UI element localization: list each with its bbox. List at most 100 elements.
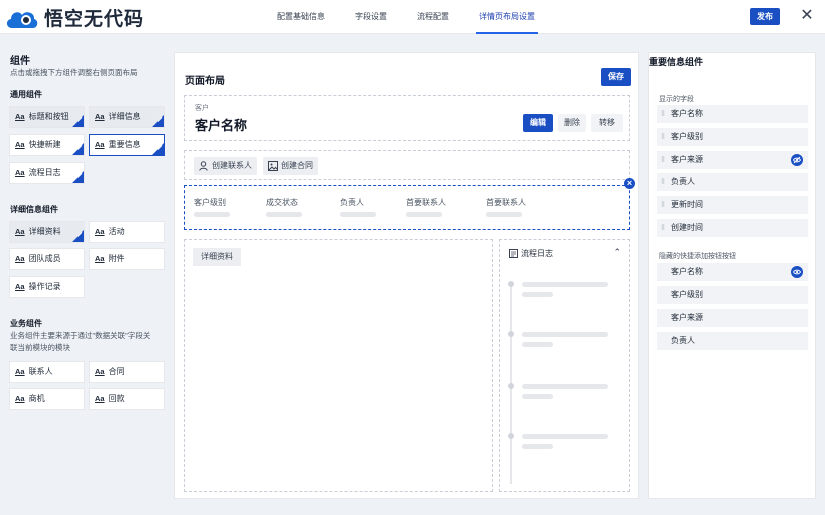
top-header: 悟空无代码 配置基础信息 字段设置 流程配置 详情页布局设置 发布 ✕: [0, 0, 825, 34]
comp-opportunities[interactable]: Aa 商机: [9, 388, 85, 410]
skeleton-bar: [486, 212, 522, 217]
comp-title-buttons[interactable]: Aa 标题和按钮: [9, 106, 85, 128]
shown-field-item[interactable]: ⁝⁝ 负责人: [657, 173, 808, 191]
text-type-icon: Aa: [95, 227, 105, 236]
detail-components-title: 详细信息组件: [10, 205, 58, 214]
comp-contacts[interactable]: Aa 联系人: [9, 361, 85, 383]
text-type-icon: Aa: [95, 367, 105, 376]
added-corner-icon: [152, 143, 164, 155]
comp-detail-data[interactable]: Aa 详细资料: [9, 221, 85, 243]
timeline-dot: [508, 281, 514, 287]
added-corner-icon: [72, 230, 84, 242]
skeleton-bar: [522, 342, 553, 347]
text-type-icon: Aa: [15, 254, 25, 263]
text-type-icon: Aa: [15, 168, 25, 177]
drag-handle-icon[interactable]: ⁝⁝: [661, 196, 665, 214]
text-type-icon: Aa: [95, 112, 105, 121]
imp-field-customer-level: 客户级别: [194, 198, 226, 207]
tab-basic-config[interactable]: 配置基础信息: [270, 0, 332, 34]
hidden-field-item[interactable]: 客户来源: [657, 309, 808, 327]
skeleton-bar: [522, 332, 608, 337]
added-corner-icon: [72, 143, 84, 155]
hidden-field-item[interactable]: 客户级别: [657, 286, 808, 304]
quick-create-block[interactable]: 创建联系人 创建合同: [184, 150, 630, 180]
added-corner-icon: [72, 171, 84, 183]
chevron-up-icon[interactable]: ⌃: [613, 247, 621, 258]
comp-detail-info[interactable]: Aa 详细信息: [89, 106, 165, 128]
hidden-field-item[interactable]: 负责人: [657, 332, 808, 350]
hidden-field-item[interactable]: 客户名称: [657, 263, 808, 281]
timeline-dot: [508, 383, 514, 389]
publish-button[interactable]: 发布: [750, 8, 780, 25]
comp-activity[interactable]: Aa 活动: [89, 221, 165, 243]
close-icon[interactable]: ✕: [798, 6, 816, 26]
shown-fields-title: 显示的字段: [659, 96, 694, 103]
imp-field-owner: 负责人: [340, 198, 364, 207]
imp-field-primary-contact: 首要联系人: [406, 198, 446, 207]
component-panel-subtitle: 点击或拖拽下方组件调整右侧页面布局: [10, 68, 138, 77]
record-type-label: 客户: [195, 105, 209, 112]
logo: 悟空无代码: [4, 4, 144, 31]
edit-button[interactable]: 编辑: [523, 114, 553, 132]
text-type-icon: Aa: [95, 140, 105, 149]
page-layout-panel: 页面布局 保存 客户 客户名称 编辑 删除 转移 创建联系人 创建合同 客户级别…: [174, 52, 639, 499]
comp-contracts[interactable]: Aa 合同: [89, 361, 165, 383]
comp-operation-log[interactable]: Aa 操作记录: [9, 276, 85, 298]
skeleton-bar: [522, 384, 608, 389]
important-info-block[interactable]: 客户级别 成交状态 负责人 首要联系人 首要联系人: [184, 185, 630, 230]
cloud-logo-icon: [4, 6, 40, 30]
added-corner-icon: [72, 115, 84, 127]
comp-team-members[interactable]: Aa 团队成员: [9, 248, 85, 270]
component-panel: 组件 点击或拖拽下方组件调整右侧页面布局 通用组件 Aa 标题和按钮 Aa 详细信息…: [0, 35, 172, 515]
shown-field-item[interactable]: ⁝⁝ 客户级别: [657, 128, 808, 146]
text-type-icon: Aa: [15, 140, 25, 149]
drag-handle-icon[interactable]: ⁝⁝: [661, 219, 665, 237]
brand-name: 悟空无代码: [44, 8, 145, 30]
skeleton-bar: [340, 212, 376, 217]
hide-eye-icon[interactable]: [791, 154, 803, 166]
show-eye-icon[interactable]: [791, 266, 803, 278]
comp-flow-log[interactable]: Aa 流程日志: [9, 162, 85, 184]
tab-detail-layout[interactable]: 详情页布局设置: [472, 0, 542, 34]
drag-handle-icon[interactable]: ⁝⁝: [661, 128, 665, 146]
log-icon: [509, 249, 518, 258]
create-contact-button[interactable]: 创建联系人: [194, 157, 257, 175]
skeleton-bar: [406, 212, 442, 217]
important-info-settings-panel: 重要信息组件 显示的字段 ⁝⁝ 客户名称 ⁝⁝ 客户级别 ⁝⁝ 客户来源 ⁝⁝ 负责人 …: [648, 52, 816, 499]
detail-data-block[interactable]: 详细资料: [184, 239, 493, 492]
title-buttons-block[interactable]: 客户 客户名称 编辑 删除 转移: [184, 95, 630, 141]
create-contract-button[interactable]: 创建合同: [263, 157, 318, 175]
tab-field-settings[interactable]: 字段设置: [348, 0, 394, 34]
drag-handle-icon[interactable]: ⁝⁝: [661, 173, 665, 191]
comp-payments[interactable]: Aa 回款: [89, 388, 165, 410]
page-layout-title: 页面布局: [185, 76, 225, 87]
delete-button[interactable]: 删除: [558, 114, 586, 132]
flow-log-block[interactable]: 流程日志 ⌃: [499, 239, 630, 492]
comp-quick-create[interactable]: Aa 快捷新建: [9, 134, 85, 156]
business-components-title: 业务组件: [10, 319, 42, 328]
remove-block-icon[interactable]: ×: [624, 178, 635, 189]
comp-attachments[interactable]: Aa 附件: [89, 248, 165, 270]
text-type-icon: Aa: [15, 112, 25, 121]
image-icon: [268, 161, 278, 171]
text-type-icon: Aa: [15, 394, 25, 403]
business-components-subtitle-1: 业务组件主要来源于通过"数据关联"字段关: [10, 331, 151, 340]
detail-data-tab[interactable]: 详细资料: [193, 248, 241, 266]
drag-handle-icon[interactable]: ⁝⁝: [661, 151, 665, 169]
tab-flow-config[interactable]: 流程配置: [410, 0, 456, 34]
comp-important-info[interactable]: Aa 重要信息: [89, 134, 165, 156]
shown-field-item[interactable]: ⁝⁝ 客户名称: [657, 105, 808, 123]
hidden-fields-title: 隐藏的快捷添加按钮按钮: [659, 253, 736, 260]
drag-handle-icon[interactable]: ⁝⁝: [661, 105, 665, 123]
shown-field-item[interactable]: ⁝⁝ 客户来源: [657, 151, 808, 169]
text-type-icon: Aa: [15, 367, 25, 376]
shown-field-item[interactable]: ⁝⁝ 更新时间: [657, 196, 808, 214]
shown-field-item[interactable]: ⁝⁝ 创建时间: [657, 219, 808, 237]
imp-field-primary-contact-2: 首要联系人: [486, 198, 526, 207]
save-button[interactable]: 保存: [601, 68, 631, 86]
transfer-button[interactable]: 转移: [591, 114, 623, 132]
record-name: 客户名称: [195, 118, 248, 133]
skeleton-bar: [266, 212, 302, 217]
imp-field-deal-status: 成交状态: [266, 198, 298, 207]
skeleton-bar: [522, 444, 553, 449]
